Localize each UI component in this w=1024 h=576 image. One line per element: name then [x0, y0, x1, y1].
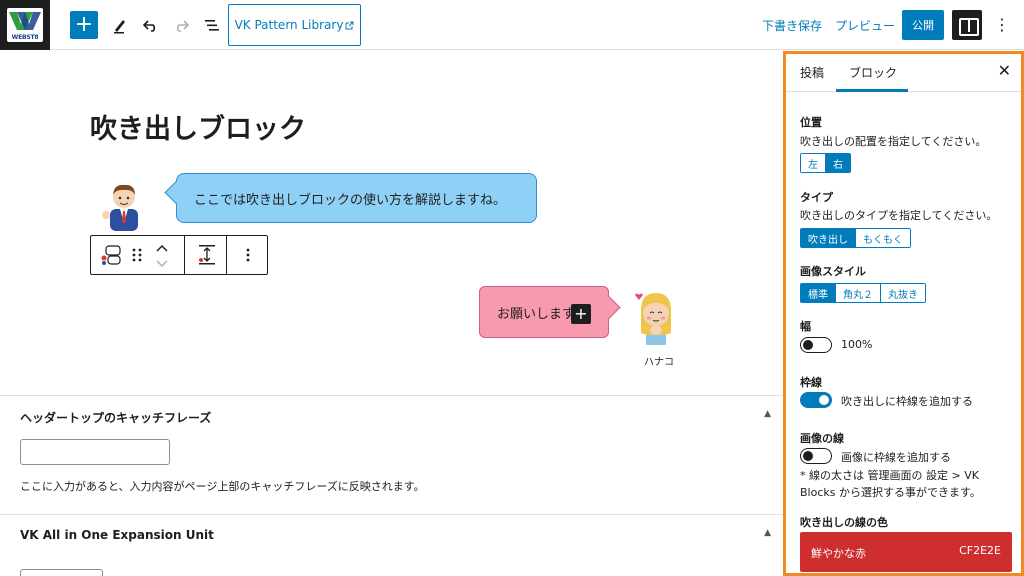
redo-icon	[176, 20, 190, 32]
site-logo[interactable]: WEBST8	[0, 0, 50, 50]
type-button-group: 吹き出し もくもく	[800, 228, 911, 248]
position-option-left[interactable]: 左	[801, 154, 826, 172]
active-tab-indicator	[836, 89, 908, 92]
width-toggle[interactable]	[800, 337, 832, 353]
expansion-field[interactable]	[20, 569, 103, 576]
add-block-button[interactable]: +	[70, 11, 98, 39]
width-value: 100%	[841, 338, 873, 351]
post-title[interactable]: 吹き出しブロック	[90, 107, 306, 146]
vertical-align-button[interactable]	[195, 243, 219, 267]
collapse-toggle-icon[interactable]: ▲	[764, 528, 771, 538]
position-label: 位置	[800, 116, 822, 129]
type-option-cloud[interactable]: もくもく	[856, 229, 910, 247]
editor-top-toolbar: WEBST8 + VK Pattern Library 下書き保存 プレビュー …	[0, 0, 1024, 50]
color-name: 鮮やかな赤	[811, 547, 866, 560]
avatar-man	[100, 179, 148, 231]
block-editor: WEBST8 + VK Pattern Library 下書き保存 プレビュー …	[0, 0, 1024, 576]
save-draft-button[interactable]: 下書き保存	[762, 17, 822, 34]
type-help: 吹き出しのタイプを指定してください。	[800, 209, 998, 222]
settings-sidebar: 投稿 ブロック ✕ 位置 吹き出しの配置を指定してください。 左 右 タイプ 吹…	[783, 51, 1024, 576]
catchphrase-help: ここに入力があると、入力内容がページ上部のキャッチフレーズに反映されます。	[20, 480, 425, 493]
inline-inserter-button[interactable]: +	[571, 304, 591, 324]
bubble-left-text: ここでは吹き出しブロックの使い方を解説しますね。	[194, 192, 507, 208]
catchphrase-heading: ヘッダートップのキャッチフレーズ	[20, 411, 212, 425]
expansion-heading: VK All in One Expansion Unit	[20, 528, 214, 542]
logo-mark: WEBST8	[7, 8, 43, 42]
pattern-library-label: VK Pattern Library	[234, 18, 344, 32]
publish-button[interactable]: 公開	[902, 10, 944, 40]
plus-icon: +	[74, 12, 94, 37]
preview-button[interactable]: プレビュー	[835, 17, 895, 34]
undo-button[interactable]	[137, 11, 165, 39]
border-toggle-label: 吹き出しに枠線を追加する	[841, 395, 973, 408]
pen-icon	[114, 20, 125, 34]
more-options-button[interactable]: ⋮	[992, 14, 1012, 36]
image-border-toggle[interactable]	[800, 448, 832, 464]
avatar-hanako	[632, 289, 680, 345]
block-toolbar	[90, 235, 268, 275]
drag-handle[interactable]	[130, 246, 144, 264]
speech-bubble-left[interactable]: ここでは吹き出しブロックの使い方を解説しますね。	[176, 173, 537, 223]
sidebar-tabs: 投稿 ブロック ✕	[784, 51, 1024, 92]
image-border-label: 画像の線	[800, 432, 844, 445]
image-style-option-standard[interactable]: 標準	[801, 284, 836, 302]
editor-canvas: 吹き出しブロック ここでは吹き出しブロックの使い方を解説しますね。 お願いします…	[0, 51, 783, 576]
image-style-option-rounded[interactable]: 角丸２	[836, 284, 881, 302]
collapse-toggle-icon[interactable]: ▲	[764, 409, 771, 419]
bubble-color-label: 吹き出しの線の色	[800, 516, 888, 529]
catchphrase-input[interactable]	[20, 439, 170, 465]
move-up-down-buttons[interactable]	[154, 242, 170, 270]
toolbar-separator	[184, 236, 185, 274]
color-hex: CF2E2E	[959, 544, 1001, 557]
position-help: 吹き出しの配置を指定してください。	[800, 135, 987, 148]
external-link-icon	[345, 21, 354, 29]
image-style-option-circle[interactable]: 丸抜き	[881, 284, 925, 302]
border-toggle[interactable]	[800, 392, 832, 408]
type-label: タイプ	[800, 191, 833, 204]
settings-panel-toggle[interactable]	[952, 10, 982, 40]
logo-text: WEBST8	[11, 34, 39, 41]
image-style-label: 画像スタイル	[800, 265, 866, 278]
meta-box-vk-expansion: VK All in One Expansion Unit ▲	[0, 514, 783, 576]
bubble-right-text: お願いします	[497, 306, 576, 322]
speech-balloon-block-icon	[101, 245, 121, 265]
image-border-toggle-label: 画像に枠線を追加する	[841, 451, 951, 464]
plus-icon: +	[574, 304, 588, 323]
position-option-right[interactable]: 右	[826, 154, 850, 172]
border-label: 枠線	[800, 376, 822, 389]
meta-box-catchphrase: ヘッダートップのキャッチフレーズ ▲ ここに入力があると、入力内容がページ上部の…	[0, 395, 783, 515]
document-overview-button[interactable]	[198, 11, 226, 39]
avatar-name-hanako: ハナコ	[644, 357, 674, 368]
width-label: 幅	[800, 320, 811, 333]
woman-avatar-icon	[635, 293, 672, 345]
toolbar-separator	[226, 236, 227, 274]
list-view-icon	[205, 20, 219, 31]
redo-button[interactable]	[167, 11, 195, 39]
man-avatar-icon	[102, 184, 138, 231]
more-options-icon	[246, 248, 250, 262]
vk-pattern-library-button[interactable]: VK Pattern Library	[228, 4, 361, 46]
image-border-help: * 線の太さは 管理画面の 設定 > VK Blocks から選択する事ができま…	[800, 469, 981, 499]
undo-icon	[142, 20, 156, 32]
tools-button[interactable]	[106, 11, 134, 39]
vertical-align-icon	[199, 245, 215, 265]
image-style-button-group: 標準 角丸２ 丸抜き	[800, 283, 926, 303]
close-sidebar-button[interactable]: ✕	[998, 61, 1011, 80]
tab-block[interactable]: ブロック	[849, 64, 897, 81]
tab-post[interactable]: 投稿	[800, 64, 824, 81]
drag-handle-icon	[132, 248, 142, 262]
block-type-button[interactable]	[100, 244, 122, 266]
chevron-up-down-icon	[156, 244, 168, 268]
logo-icon	[9, 12, 41, 30]
position-button-group: 左 右	[800, 153, 851, 173]
block-options-button[interactable]	[239, 246, 257, 264]
bubble-color-swatch[interactable]: 鮮やかな赤 CF2E2E	[800, 532, 1012, 572]
type-option-bubble[interactable]: 吹き出し	[801, 229, 856, 247]
